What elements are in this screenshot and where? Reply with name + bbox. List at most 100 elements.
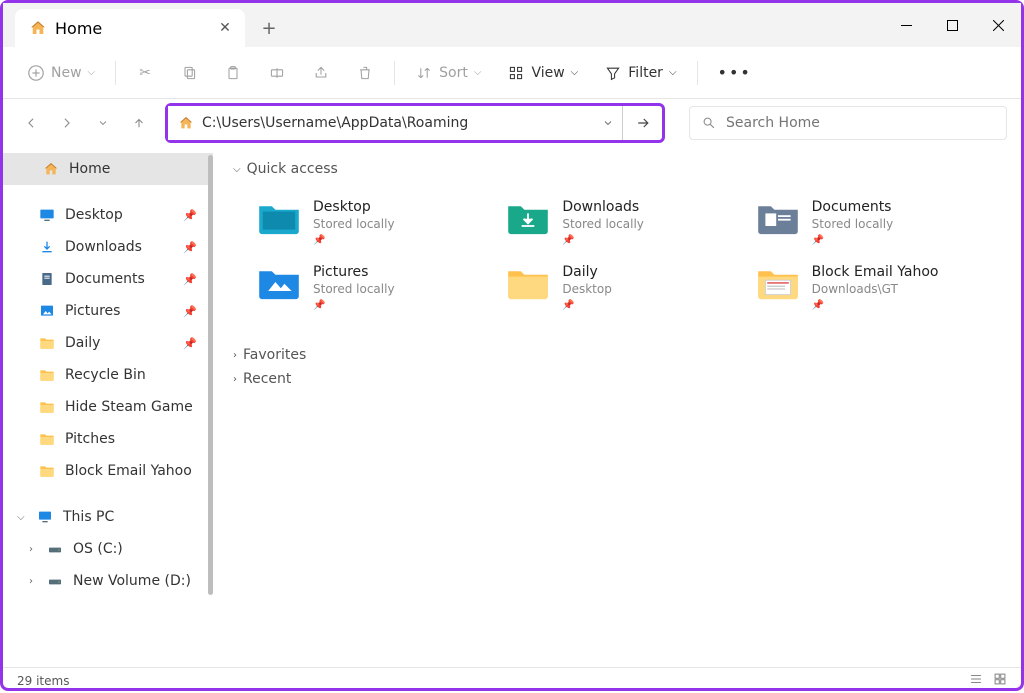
sidebar-item-this-pc[interactable]: ⌵ This PC xyxy=(3,501,213,533)
sidebar-item-label: Hide Steam Game xyxy=(65,399,193,415)
close-button[interactable] xyxy=(975,3,1021,47)
section-favorites[interactable]: › Favorites xyxy=(233,343,1001,367)
address-bar[interactable] xyxy=(168,106,594,140)
new-tab-button[interactable]: + xyxy=(251,9,287,47)
chevron-right-icon: › xyxy=(233,374,237,385)
sidebar-item-downloads[interactable]: Downloads 📌 xyxy=(3,231,213,263)
sidebar-item-pictures[interactable]: Pictures 📌 xyxy=(3,295,213,327)
section-recent[interactable]: › Recent xyxy=(233,367,1001,391)
folder-icon xyxy=(756,264,800,300)
up-button[interactable] xyxy=(125,109,153,137)
chevron-down-icon: ⌵ xyxy=(17,512,25,523)
pin-icon: 📌 xyxy=(313,300,395,311)
search-box[interactable] xyxy=(689,106,1007,140)
pin-icon: 📌 xyxy=(562,300,612,311)
rename-icon xyxy=(268,64,286,82)
search-input[interactable] xyxy=(726,115,994,131)
quick-access-item[interactable]: Daily Desktop 📌 xyxy=(502,260,731,315)
home-icon xyxy=(43,161,59,177)
chevron-right-icon: › xyxy=(29,576,33,587)
item-location: Downloads\GT xyxy=(812,282,939,296)
chevron-down-icon: ⌵ xyxy=(88,67,96,78)
view-button[interactable]: View ⌵ xyxy=(497,58,588,88)
view-icon xyxy=(507,64,525,82)
content-pane: ⌵ Quick access Desktop Stored locally 📌 … xyxy=(213,147,1021,667)
chevron-down-icon: ⌵ xyxy=(233,164,241,175)
forward-button[interactable] xyxy=(53,109,81,137)
quick-access-item[interactable]: Pictures Stored locally 📌 xyxy=(253,260,482,315)
section-quick-access[interactable]: ⌵ Quick access xyxy=(233,157,1001,181)
sidebar-item-label: New Volume (D:) xyxy=(73,573,191,589)
sidebar-item-drive[interactable]: › OS (C:) xyxy=(3,533,213,565)
copy-icon xyxy=(180,64,198,82)
item-count: 29 items xyxy=(17,674,69,688)
cut-button[interactable]: ✂ xyxy=(126,58,164,88)
status-bar: 29 items xyxy=(3,667,1021,693)
minimize-button[interactable] xyxy=(883,3,929,47)
sidebar-item-desktop[interactable]: Desktop 📌 xyxy=(3,199,213,231)
chevron-down-icon: ⌵ xyxy=(474,67,482,78)
address-input[interactable] xyxy=(202,115,584,131)
filter-button[interactable]: Filter ⌵ xyxy=(594,58,686,88)
new-button[interactable]: New ⌵ xyxy=(17,58,105,88)
sidebar-item-daily[interactable]: Daily 📌 xyxy=(3,327,213,359)
sidebar-item-drive[interactable]: › New Volume (D:) xyxy=(3,565,213,597)
details-view-button[interactable] xyxy=(969,672,983,689)
ellipsis-icon: ••• xyxy=(718,63,752,82)
item-location: Stored locally xyxy=(313,282,395,296)
item-location: Stored locally xyxy=(812,217,894,231)
sidebar-item-label: Desktop xyxy=(65,207,123,223)
address-history-button[interactable] xyxy=(594,106,622,140)
pin-icon: 📌 xyxy=(183,273,197,286)
more-button[interactable]: ••• xyxy=(708,57,762,88)
sidebar-item-label: Daily xyxy=(65,335,100,351)
pin-icon: 📌 xyxy=(183,305,197,318)
sort-button[interactable]: Sort ⌵ xyxy=(405,58,491,88)
quick-access-item[interactable]: Downloads Stored locally 📌 xyxy=(502,195,731,250)
main-area: Home Desktop 📌 Downloads 📌 Documents 📌 P… xyxy=(3,147,1021,667)
window-tab[interactable]: Home ✕ xyxy=(15,9,245,47)
sidebar-item-label: Downloads xyxy=(65,239,142,255)
quick-access-item[interactable]: Documents Stored locally 📌 xyxy=(752,195,981,250)
large-icons-view-button[interactable] xyxy=(993,672,1007,689)
sidebar-item-documents[interactable]: Documents 📌 xyxy=(3,263,213,295)
item-location: Desktop xyxy=(562,282,612,296)
quick-access-item[interactable]: Desktop Stored locally 📌 xyxy=(253,195,482,250)
scrollbar[interactable] xyxy=(208,155,213,595)
address-bar-container xyxy=(165,103,665,143)
maximize-button[interactable] xyxy=(929,3,975,47)
navigation-row xyxy=(3,99,1021,147)
folder-icon xyxy=(506,199,550,235)
item-name: Downloads xyxy=(562,199,644,215)
plus-circle-icon xyxy=(27,64,45,82)
quick-access-item[interactable]: Block Email Yahoo Downloads\GT 📌 xyxy=(752,260,981,315)
sidebar-item-label: Recycle Bin xyxy=(65,367,146,383)
sidebar-item-folder[interactable]: Pitches xyxy=(3,423,213,455)
item-name: Block Email Yahoo xyxy=(812,264,939,280)
chevron-down-icon: ⌵ xyxy=(669,67,677,78)
rename-button[interactable] xyxy=(258,58,296,88)
paste-button[interactable] xyxy=(214,58,252,88)
share-button[interactable] xyxy=(302,58,340,88)
monitor-icon xyxy=(37,509,53,525)
tab-close-button[interactable]: ✕ xyxy=(213,16,237,40)
recent-locations-button[interactable] xyxy=(89,109,117,137)
sidebar-item-folder[interactable]: Recycle Bin xyxy=(3,359,213,391)
copy-button[interactable] xyxy=(170,58,208,88)
item-location: Stored locally xyxy=(562,217,644,231)
item-name: Pictures xyxy=(313,264,395,280)
back-button[interactable] xyxy=(17,109,45,137)
pin-icon: 📌 xyxy=(183,241,197,254)
delete-button[interactable] xyxy=(346,58,384,88)
sidebar-item-folder[interactable]: Hide Steam Game xyxy=(3,391,213,423)
sidebar-item-folder[interactable]: Block Email Yahoo xyxy=(3,455,213,487)
pin-icon: 📌 xyxy=(812,235,894,246)
tab-title: Home xyxy=(55,19,102,38)
chevron-right-icon: › xyxy=(233,350,237,361)
folder-icon xyxy=(257,264,301,300)
sidebar-item-home[interactable]: Home xyxy=(3,153,213,185)
title-bar: Home ✕ + xyxy=(3,3,1021,47)
address-go-button[interactable] xyxy=(622,106,662,140)
home-icon xyxy=(29,19,47,37)
item-name: Documents xyxy=(812,199,894,215)
